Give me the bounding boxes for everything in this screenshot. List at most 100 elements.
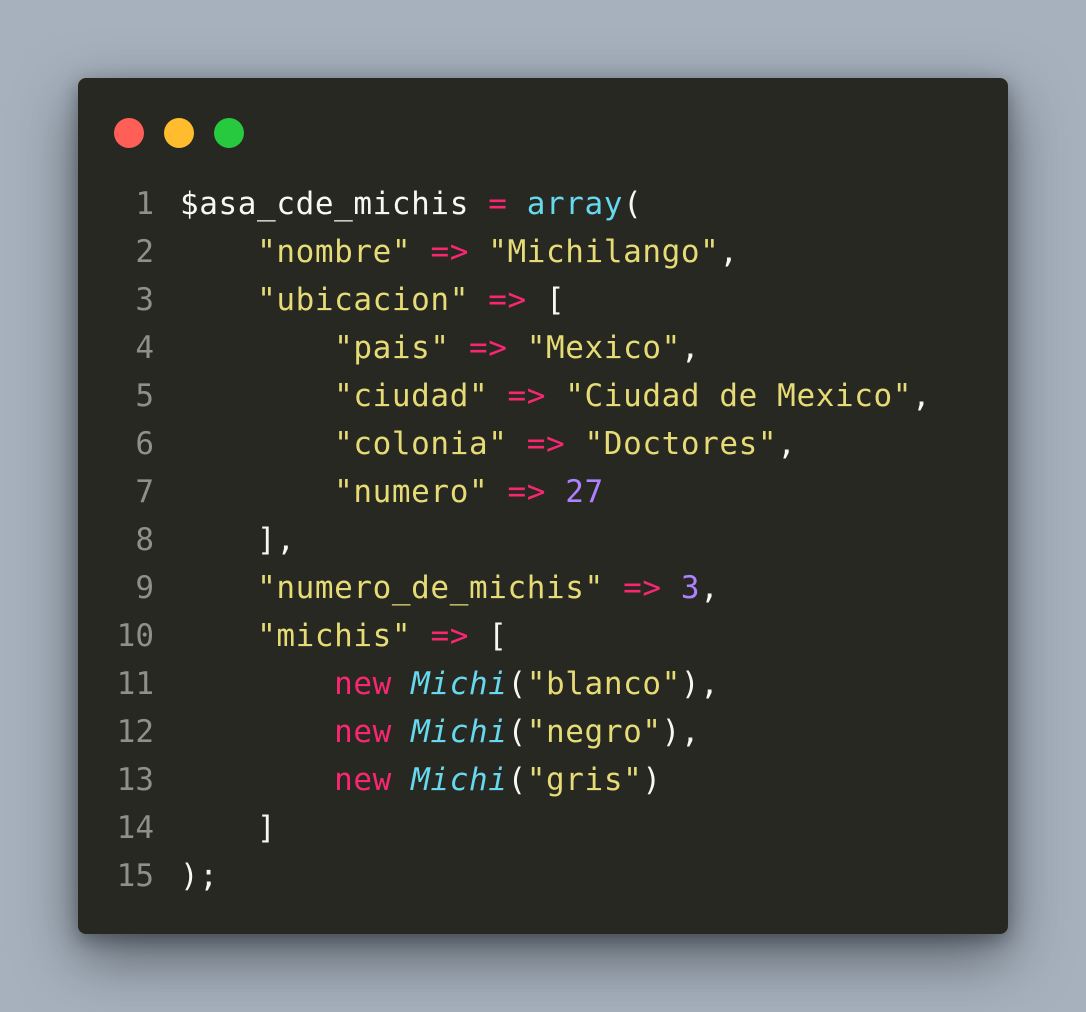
code-line: 4 "pais" => "Mexico",	[78, 324, 1008, 372]
line-number: 5	[135, 378, 154, 414]
line-number: 12	[116, 714, 154, 750]
code-line: 8 ],	[78, 516, 1008, 564]
line-number: 14	[116, 810, 154, 846]
class-token: Michi	[411, 714, 508, 750]
code-line: 12 new Michi("negro"),	[78, 708, 1008, 756]
code-text: ,	[680, 330, 701, 366]
code-line: 15);	[78, 852, 1008, 900]
operator-token: =	[488, 186, 508, 222]
code-line: 11 new Michi("blanco"),	[78, 660, 1008, 708]
close-window-icon[interactable]	[114, 118, 144, 148]
code-text: )	[642, 762, 662, 798]
code-line: 3 "ubicacion" => [	[78, 276, 1008, 324]
operator-token: =>	[623, 570, 662, 606]
code-line-text: "colonia" => "Doctores",	[180, 420, 796, 468]
code-line-text: "michis" => [	[180, 612, 508, 660]
code-text: [	[526, 282, 566, 318]
code-line-text: "pais" => "Mexico",	[180, 324, 700, 372]
line-number: 8	[135, 522, 154, 558]
code-line-text: new Michi("blanco"),	[180, 660, 719, 708]
code-line-text: new Michi("negro"),	[180, 708, 700, 756]
line-number: 15	[116, 858, 154, 894]
code-line: 6 "colonia" => "Doctores",	[78, 420, 1008, 468]
string-token: "michis"	[257, 618, 412, 654]
code-text: ],	[180, 522, 296, 558]
code-text: ]	[180, 810, 277, 846]
line-number: 13	[116, 762, 154, 798]
line-number: 2	[135, 234, 154, 270]
line-number: 11	[116, 666, 154, 702]
code-line: 9 "numero_de_michis" => 3,	[78, 564, 1008, 612]
string-token: "Mexico"	[526, 330, 681, 366]
code-line-text: ]	[180, 804, 276, 852]
line-number: 4	[135, 330, 154, 366]
function-token: array	[526, 186, 624, 222]
code-text: (	[623, 186, 643, 222]
code-line-text: new Michi("gris")	[180, 756, 662, 804]
code-text: (	[507, 762, 527, 798]
code-line-text: "ciudad" => "Ciudad de Mexico",	[180, 372, 931, 420]
code-editor: 1 $asa_cde_michis = array(2 "nombre" => "…	[78, 180, 1008, 900]
keyword-token: new	[334, 714, 392, 750]
string-token: "blanco"	[526, 666, 681, 702]
code-line-text: "ubicacion" => [	[180, 276, 565, 324]
operator-token: =>	[507, 378, 547, 414]
code-text: ,	[912, 378, 932, 414]
code-line: 1 $asa_cde_michis = array(	[78, 180, 1008, 228]
code-line: 7 "numero" => 27	[78, 468, 1008, 516]
class-token: Michi	[411, 666, 508, 702]
line-number: 10	[116, 618, 154, 654]
code-line-text: "numero" => 27	[180, 468, 604, 516]
code-text: ,	[700, 570, 720, 606]
code-line: 14 ]	[78, 804, 1008, 852]
code-line-text: "numero_de_michis" => 3,	[180, 564, 719, 612]
code-text: ,	[777, 426, 797, 462]
line-number: 7	[135, 474, 154, 510]
string-token: "numero"	[334, 474, 489, 510]
code-window: 1 $asa_cde_michis = array(2 "nombre" => "…	[78, 78, 1008, 934]
code-line: 13 new Michi("gris")	[78, 756, 1008, 804]
string-token: "Michilango"	[488, 234, 720, 270]
string-token: "ubicacion"	[257, 282, 469, 318]
minimize-window-icon[interactable]	[164, 118, 194, 148]
line-number: 1	[135, 186, 154, 222]
code-text: ),	[661, 714, 701, 750]
operator-token: =>	[468, 330, 508, 366]
number-token: 27	[565, 474, 604, 510]
code-text: [	[468, 618, 508, 654]
code-text: ),	[680, 666, 720, 702]
operator-token: =>	[507, 474, 547, 510]
code-text: (	[507, 714, 527, 750]
keyword-token: new	[334, 762, 392, 798]
maximize-window-icon[interactable]	[214, 118, 244, 148]
operator-token: =>	[526, 426, 566, 462]
line-number: 6	[135, 426, 154, 462]
number-token: 3	[680, 570, 701, 606]
keyword-token: new	[334, 666, 392, 702]
code-text: );	[180, 858, 219, 894]
code-line-text: $asa_cde_michis = array(	[180, 180, 642, 228]
